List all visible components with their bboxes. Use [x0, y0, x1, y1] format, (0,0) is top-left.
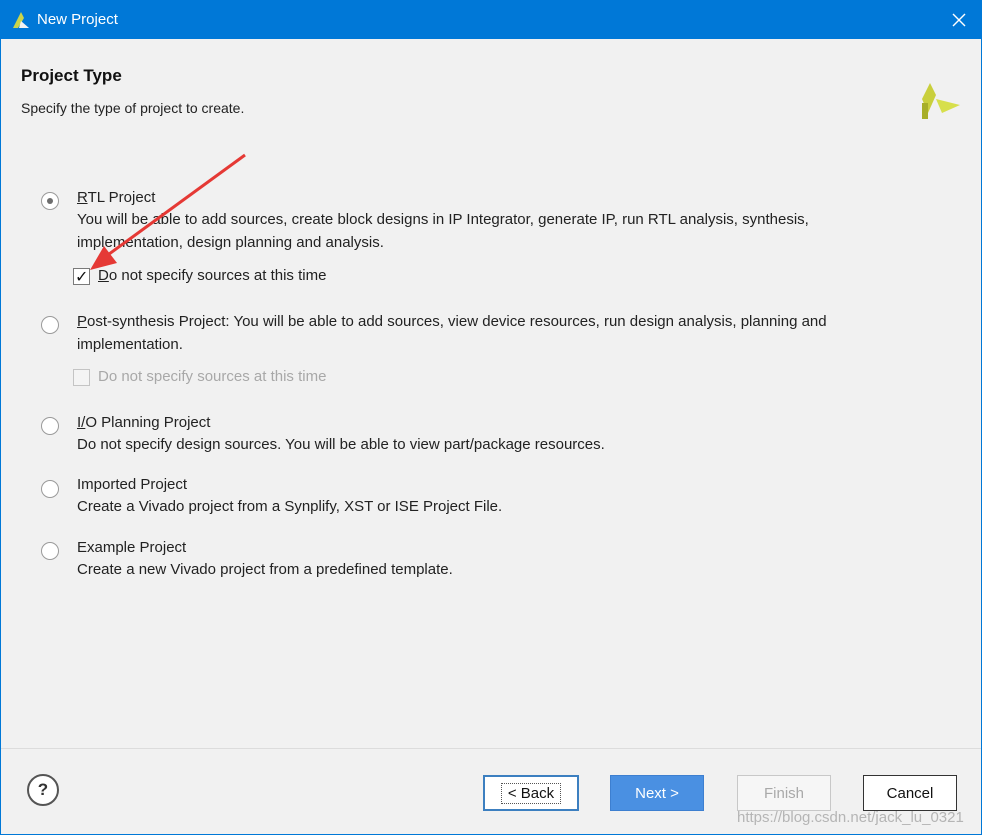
- imported-project-label[interactable]: Imported Project: [77, 476, 187, 493]
- next-button-label: Next >: [635, 784, 679, 802]
- back-button[interactable]: < Back: [483, 775, 579, 811]
- cancel-button[interactable]: Cancel: [863, 775, 957, 811]
- close-button[interactable]: [937, 1, 981, 39]
- xilinx-logo: [922, 83, 960, 119]
- rtl-project-radio[interactable]: [41, 192, 59, 210]
- wizard-header: Project Type Specify the type of project…: [1, 39, 981, 133]
- help-button[interactable]: ?: [27, 774, 59, 806]
- finish-button: Finish: [737, 775, 831, 811]
- post-synthesis-project-radio[interactable]: [41, 316, 59, 334]
- example-project-label[interactable]: Example Project: [77, 539, 186, 556]
- cancel-button-label: Cancel: [886, 784, 934, 802]
- imported-project-radio[interactable]: [41, 480, 59, 498]
- example-project-radio[interactable]: [41, 542, 59, 560]
- post-synthesis-project-label[interactable]: Post-synthesis Project: You will be able…: [77, 310, 867, 356]
- imported-project-description: Create a Vivado project from a Synplify,…: [77, 498, 503, 515]
- help-icon: ?: [37, 780, 49, 799]
- post-synthesis-no-sources-label: Do not specify sources at this time: [98, 368, 327, 385]
- io-planning-project-label[interactable]: I/O Planning Project: [77, 414, 210, 431]
- io-planning-project-radio[interactable]: [41, 417, 59, 435]
- project-type-options: RTL Project You will be able to add sour…: [1, 133, 981, 748]
- title-bar: New Project: [1, 1, 981, 39]
- page-subtitle: Specify the type of project to create.: [21, 100, 245, 116]
- rtl-project-label[interactable]: RTL Project: [77, 189, 155, 206]
- close-icon: [952, 13, 966, 27]
- checkmark-icon: ✓: [75, 269, 89, 286]
- finish-button-label: Finish: [763, 784, 804, 802]
- page-title: Project Type: [21, 66, 122, 85]
- next-button[interactable]: Next >: [610, 775, 704, 811]
- new-project-dialog: New Project Project Type Specify the typ…: [0, 0, 982, 835]
- window-title: New Project: [37, 11, 118, 28]
- rtl-no-sources-label[interactable]: Do not specify sources at this time: [98, 267, 326, 284]
- example-project-description: Create a new Vivado project from a prede…: [77, 561, 453, 578]
- rtl-project-description: You will be able to add sources, create …: [77, 211, 809, 251]
- back-button-label: < Back: [500, 782, 562, 804]
- watermark-text: https://blog.csdn.net/jack_lu_0321: [737, 809, 964, 826]
- rtl-no-sources-checkbox[interactable]: ✓: [73, 268, 90, 286]
- footer-divider: [1, 748, 981, 749]
- io-planning-project-description: Do not specify design sources. You will …: [77, 436, 605, 453]
- vivado-app-icon: [13, 12, 29, 28]
- post-synthesis-no-sources-checkbox: [73, 369, 90, 386]
